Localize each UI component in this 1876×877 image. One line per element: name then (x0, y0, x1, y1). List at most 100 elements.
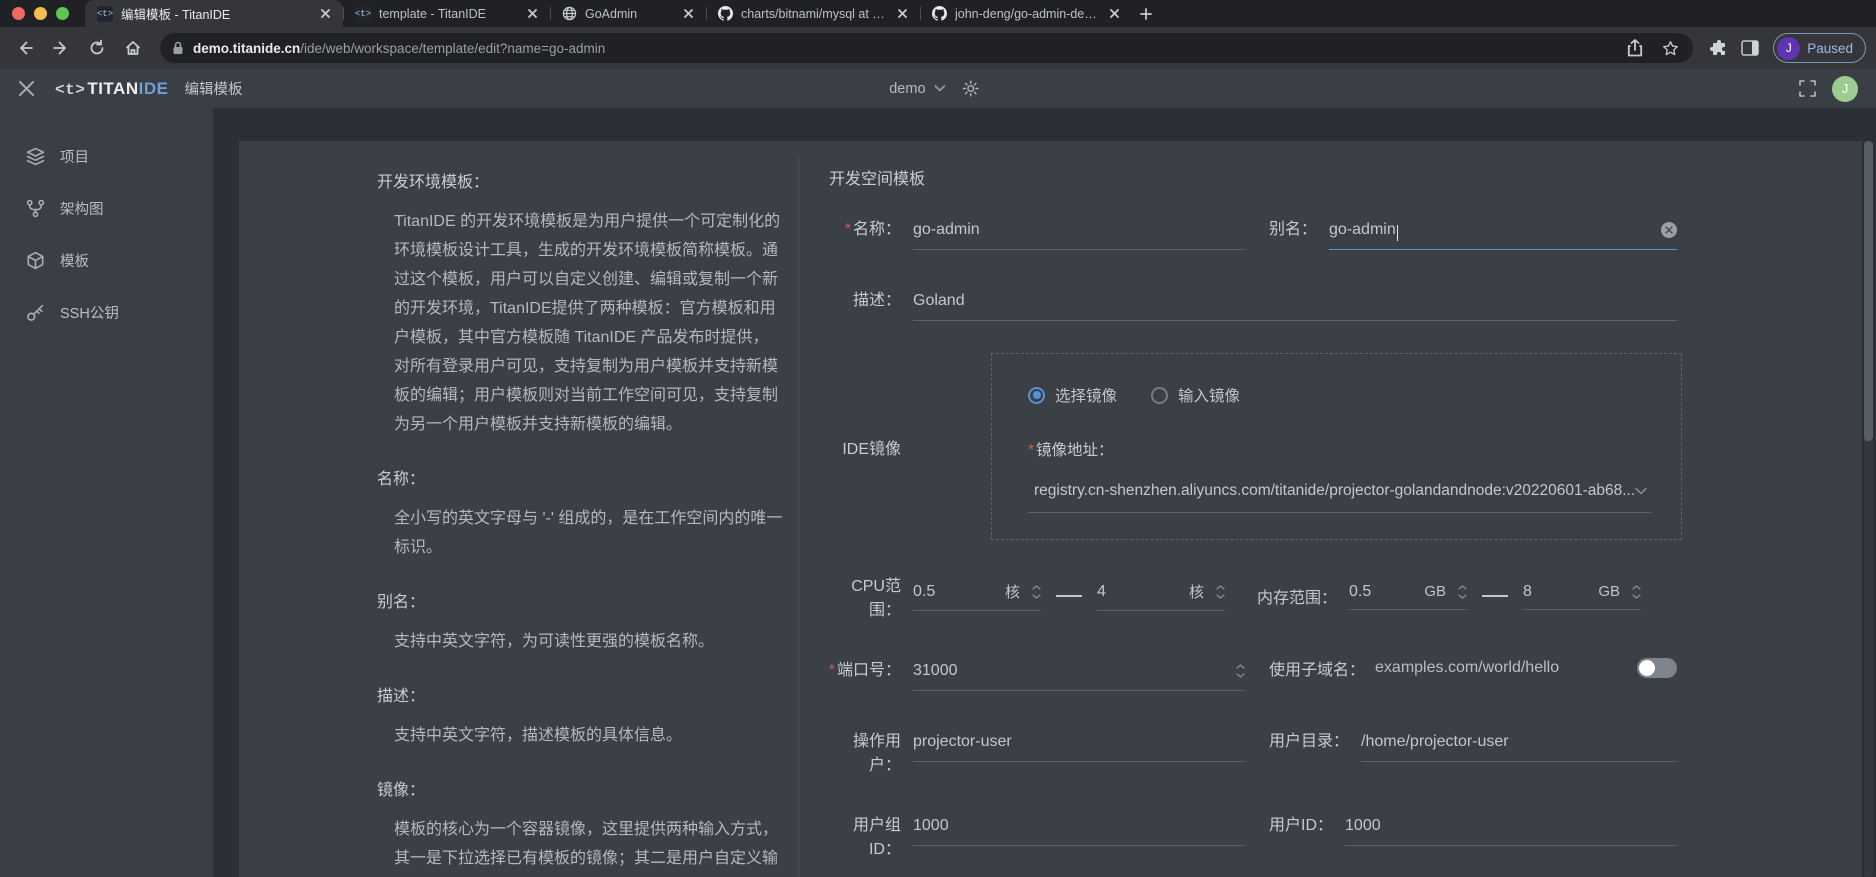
clear-input-icon[interactable] (1661, 222, 1677, 238)
op-user-input[interactable]: projector-user (913, 733, 1245, 762)
tab-title: charts/bitnami/mysql at master (741, 7, 886, 21)
stepper-control[interactable] (1632, 585, 1641, 599)
scrollbar-thumb[interactable] (1864, 141, 1873, 441)
template-form: 开发空间模板 *名称： go-admin 别名： go-admin (827, 141, 1677, 877)
memory-min-input[interactable]: 0.5 GB (1349, 583, 1467, 610)
profile-paused-button[interactable]: J Paused (1773, 33, 1866, 63)
fullscreen-icon[interactable] (1799, 80, 1816, 97)
help-body: 支持中英文字符，为可读性更强的模板名称。 (394, 627, 784, 656)
close-tab-icon[interactable] (894, 6, 910, 22)
cpu-range-label: CPU范围： (827, 572, 901, 620)
cpu-max-input[interactable]: 4 核 (1097, 581, 1225, 611)
extensions-puzzle-icon[interactable] (1705, 35, 1731, 61)
name-input[interactable]: go-admin (913, 221, 1245, 250)
address-bar[interactable]: demo.titanide.cn/ide/web/workspace/templ… (160, 33, 1693, 63)
user-dir-input[interactable]: /home/projector-user (1361, 733, 1677, 762)
profile-status-label: Paused (1807, 41, 1853, 56)
close-tab-icon[interactable] (524, 6, 540, 22)
help-heading: 描述： (377, 682, 784, 706)
group-id-value: 1000 (913, 817, 949, 835)
memory-unit: GB (1598, 583, 1620, 600)
workspace-selector[interactable]: demo (889, 81, 925, 97)
image-address-value: registry.cn-shenzhen.aliyuncs.com/titani… (1034, 482, 1635, 500)
template-edit-page: 开发环境模板：TitanIDE 的开发环境模板是为用户提供一个可定制化的环境模板… (213, 108, 1876, 877)
image-address-select[interactable]: registry.cn-shenzhen.aliyuncs.com/titani… (1028, 482, 1651, 513)
tab-edit-template[interactable]: <t> 编辑模板 - TitanIDE (85, 0, 343, 27)
cube-icon (26, 251, 45, 270)
group-id-label: 用户组ID： (827, 811, 901, 859)
profile-avatar: J (1777, 37, 1800, 60)
sidebar-item-label: 模板 (60, 250, 89, 271)
logo-ide: IDE (139, 79, 169, 99)
sidebar-item-templates[interactable]: 模板 (0, 234, 213, 286)
stepper-control[interactable] (1216, 585, 1225, 599)
tab-go-admin-demo[interactable]: john-deng/go-admin-demo (920, 0, 1132, 27)
alias-input[interactable]: go-admin (1329, 221, 1677, 250)
tab-title: GoAdmin (585, 7, 672, 21)
help-heading: 开发环境模板： (377, 168, 784, 192)
user-id-input[interactable]: 1000 (1345, 817, 1677, 846)
cpu-unit: 核 (1189, 581, 1204, 602)
user-id-value: 1000 (1345, 817, 1381, 835)
url-text[interactable]: demo.titanide.cn/ide/web/workspace/templ… (193, 41, 1613, 56)
help-body: 模板的核心为一个容器镜像，这里提供两种输入方式，其一是下拉选择已有模板的镜像；其… (394, 815, 784, 877)
window-minimize-button[interactable] (34, 7, 47, 20)
logo-mark: <t> (55, 81, 85, 99)
memory-max-value: 8 (1523, 583, 1598, 601)
tab-title: john-deng/go-admin-demo (955, 7, 1098, 21)
group-id-input[interactable]: 1000 (913, 817, 1245, 846)
close-editor-icon[interactable] (18, 80, 35, 97)
share-icon[interactable] (1622, 35, 1648, 61)
sidebar-item-ssh-keys[interactable]: SSH公钥 (0, 286, 213, 338)
close-tab-icon[interactable] (680, 6, 696, 22)
help-body: 全小写的英文字母与 '-' 组成的，是在工作空间内的唯一标识。 (394, 504, 784, 562)
lock-icon (172, 41, 184, 55)
tab-template[interactable]: <t> template - TitanIDE (343, 0, 550, 27)
stepper-control[interactable] (1236, 664, 1245, 678)
radio-select-image[interactable]: 选择镜像 (1028, 384, 1117, 406)
window-zoom-button[interactable] (56, 7, 69, 20)
titanide-logo[interactable]: <t>TITANIDE (55, 79, 168, 99)
home-button[interactable] (118, 33, 148, 63)
logo-titan: TITAN (87, 79, 138, 99)
tab-goadmin[interactable]: GoAdmin (550, 0, 706, 27)
reload-button[interactable] (82, 33, 112, 63)
branch-icon (26, 199, 45, 218)
range-dash (1482, 595, 1508, 597)
user-avatar[interactable]: J (1832, 76, 1858, 102)
side-panel-icon[interactable] (1737, 35, 1763, 61)
memory-min-value: 0.5 (1349, 583, 1424, 601)
user-dir-label: 用户目录： (1269, 727, 1349, 751)
sidebar-item-projects[interactable]: 项目 (0, 130, 213, 182)
back-button[interactable] (10, 33, 40, 63)
subdomain-toggle[interactable] (1637, 658, 1677, 678)
sidebar-item-architecture[interactable]: 架构图 (0, 182, 213, 234)
sidebar-item-label: SSH公钥 (60, 302, 119, 323)
port-value: 31000 (913, 662, 958, 680)
window-close-button[interactable] (12, 7, 25, 20)
forward-button[interactable] (46, 33, 76, 63)
settings-gear-icon[interactable] (963, 80, 980, 97)
description-input[interactable]: Goland (913, 292, 1677, 321)
tab-bitnami-mysql[interactable]: charts/bitnami/mysql at master (706, 0, 920, 27)
range-dash (1056, 595, 1082, 597)
github-icon (932, 6, 947, 21)
stepper-control[interactable] (1458, 585, 1467, 599)
key-icon (26, 303, 45, 322)
chevron-down-icon[interactable] (935, 85, 946, 92)
close-tab-icon[interactable] (317, 6, 333, 22)
memory-max-input[interactable]: 8 GB (1523, 583, 1641, 610)
sidebar: 项目 架构图 模板 SSH公钥 (0, 108, 213, 877)
sidebar-item-label: 项目 (60, 146, 89, 167)
tab-strip: <t> 编辑模板 - TitanIDE <t> template - Titan… (0, 0, 1876, 27)
new-tab-button[interactable] (1132, 0, 1160, 27)
radio-input-image[interactable]: 输入镜像 (1151, 384, 1240, 406)
radio-label: 输入镜像 (1178, 384, 1240, 406)
port-input[interactable]: 31000 (913, 662, 1245, 691)
stepper-control[interactable] (1032, 585, 1041, 599)
close-tab-icon[interactable] (1106, 6, 1122, 22)
cpu-min-input[interactable]: 0.5 核 (913, 581, 1041, 611)
alias-value: go-admin (1329, 221, 1396, 239)
bookmark-star-icon[interactable] (1657, 35, 1683, 61)
help-heading: 镜像： (377, 776, 784, 800)
